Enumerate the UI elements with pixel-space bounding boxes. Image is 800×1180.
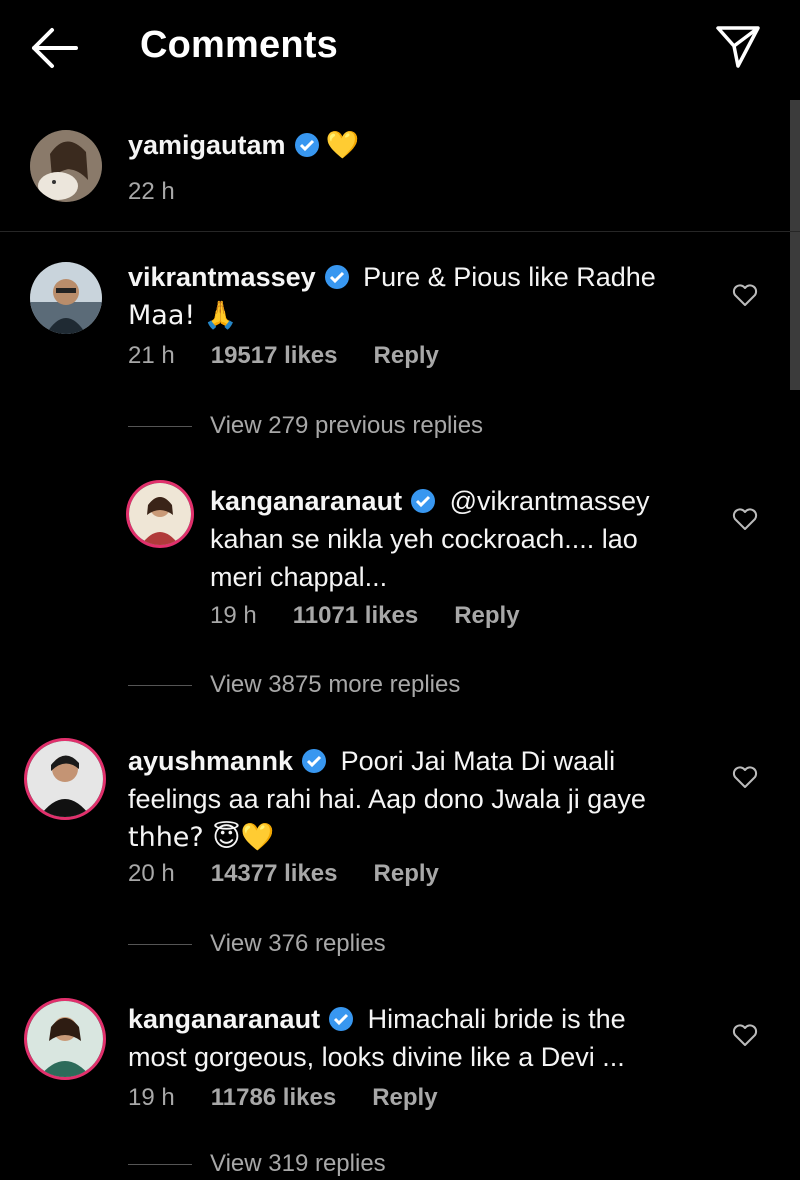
timestamp: 20 h (128, 860, 175, 887)
avatar[interactable] (30, 130, 102, 202)
comment: kanganaranaut Himachali bride is the mos… (0, 990, 790, 1130)
username[interactable]: yamigautam (128, 130, 286, 160)
timestamp: 21 h (128, 342, 175, 369)
timestamp: 19 h (210, 602, 257, 629)
divider (128, 426, 192, 428)
reply-button[interactable]: Reply (374, 342, 439, 369)
comment-meta: 21 h 19517 likes Reply (128, 342, 475, 370)
timestamp: 19 h (128, 1084, 175, 1111)
comment-meta: 22 h (128, 178, 211, 206)
comment-text: meri chappal... (210, 562, 388, 592)
reply-button[interactable]: Reply (454, 602, 519, 629)
view-replies-button[interactable]: View 376 replies (128, 930, 386, 960)
username[interactable]: ayushmannk (128, 746, 293, 776)
avatar[interactable] (24, 738, 106, 820)
username[interactable]: kanganaranaut (210, 486, 402, 516)
comment-text: Pure & Pious like Radhe (363, 262, 656, 292)
comment-text: thhe? 😇💛 (128, 822, 275, 853)
top-bar: Comments (0, 0, 800, 100)
comment-meta: 19 h 11786 likes Reply (128, 1084, 474, 1112)
heart-icon[interactable] (732, 764, 758, 790)
likes-count[interactable]: 11071 likes (293, 602, 418, 629)
verified-badge-icon (411, 489, 436, 513)
avatar[interactable] (24, 998, 106, 1080)
scrollbar[interactable] (790, 100, 800, 390)
comment: ayushmannk Poori Jai Mata Di waali feeli… (0, 730, 790, 910)
verified-badge-icon (324, 265, 349, 289)
mention-link[interactable]: @vikrantmassey (450, 486, 650, 516)
heart-icon[interactable] (732, 1022, 758, 1048)
verified-badge-icon (294, 133, 319, 157)
divider (128, 944, 192, 946)
divider (128, 685, 192, 687)
heart-icon[interactable] (732, 282, 758, 308)
comment-text: Maa! 🙏 (128, 300, 238, 331)
comment-text: Poori Jai Mata Di waali (340, 746, 616, 776)
reply-button[interactable]: Reply (372, 1084, 437, 1111)
caption: yamigautam 💛 22 h (0, 100, 790, 230)
caption-text: 💛 (325, 130, 360, 161)
view-replies-button[interactable]: View 3875 more replies (128, 671, 460, 701)
likes-count[interactable]: 19517 likes (211, 342, 338, 369)
username[interactable]: kanganaranaut (128, 1004, 320, 1034)
likes-count[interactable]: 14377 likes (211, 860, 338, 887)
comment-meta: 20 h 14377 likes Reply (128, 860, 475, 888)
send-icon[interactable] (714, 22, 762, 70)
back-arrow-icon[interactable] (28, 26, 80, 70)
verified-badge-icon (329, 1007, 354, 1031)
page-title: Comments (140, 24, 338, 66)
comment-text: kahan se nikla yeh cockroach.... lao (210, 524, 638, 554)
reply: kanganaranaut @vikrantmassey kahan se ni… (0, 470, 790, 650)
reply-button[interactable]: Reply (374, 860, 439, 887)
comment-text: Himachali bride is the (367, 1004, 626, 1034)
divider (128, 1164, 192, 1166)
comment-text: feelings aa rahi hai. Aap dono Jwala ji … (128, 784, 646, 814)
comment: vikrantmassey Pure & Pious like Radhe Ma… (0, 232, 790, 392)
view-replies-button[interactable]: View 279 previous replies (128, 412, 483, 442)
comment-meta: 19 h 11071 likes Reply (210, 602, 556, 630)
heart-icon[interactable] (732, 506, 758, 532)
timestamp: 22 h (128, 178, 175, 205)
avatar[interactable] (30, 262, 102, 334)
likes-count[interactable]: 11786 likes (211, 1084, 336, 1111)
verified-badge-icon (302, 749, 327, 773)
username[interactable]: vikrantmassey (128, 262, 316, 292)
avatar[interactable] (126, 480, 194, 548)
comment-text: most gorgeous, looks divine like a Devi … (128, 1042, 625, 1072)
